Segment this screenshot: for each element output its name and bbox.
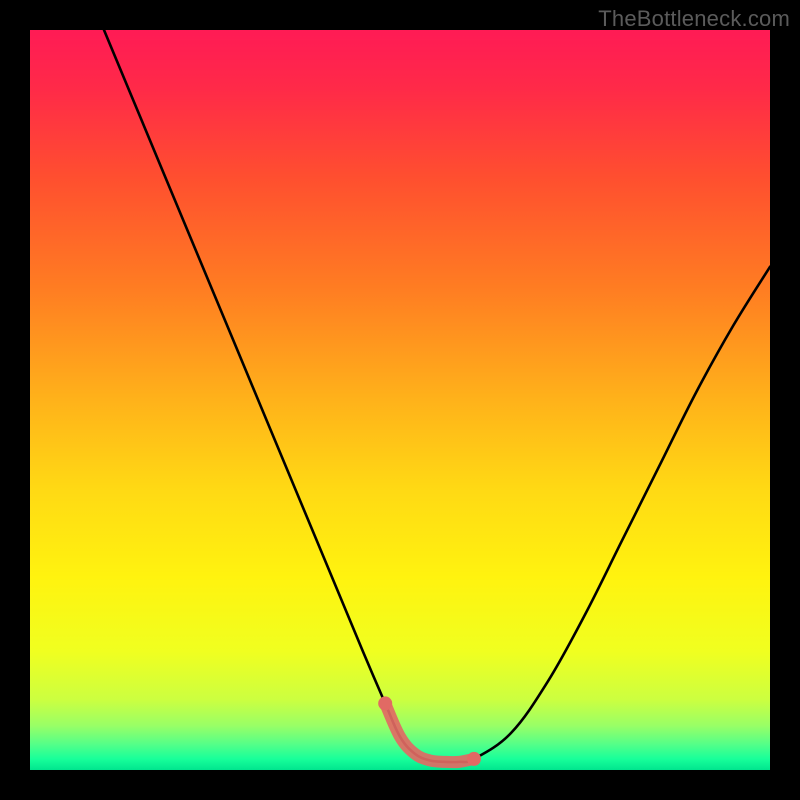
bottleneck-chart-svg — [30, 30, 770, 770]
gradient-background — [30, 30, 770, 770]
watermark-text: TheBottleneck.com — [598, 6, 790, 32]
highlight-start-dot — [378, 696, 392, 710]
plot-area — [30, 30, 770, 770]
highlight-end-dot — [467, 752, 481, 766]
chart-frame: TheBottleneck.com — [0, 0, 800, 800]
